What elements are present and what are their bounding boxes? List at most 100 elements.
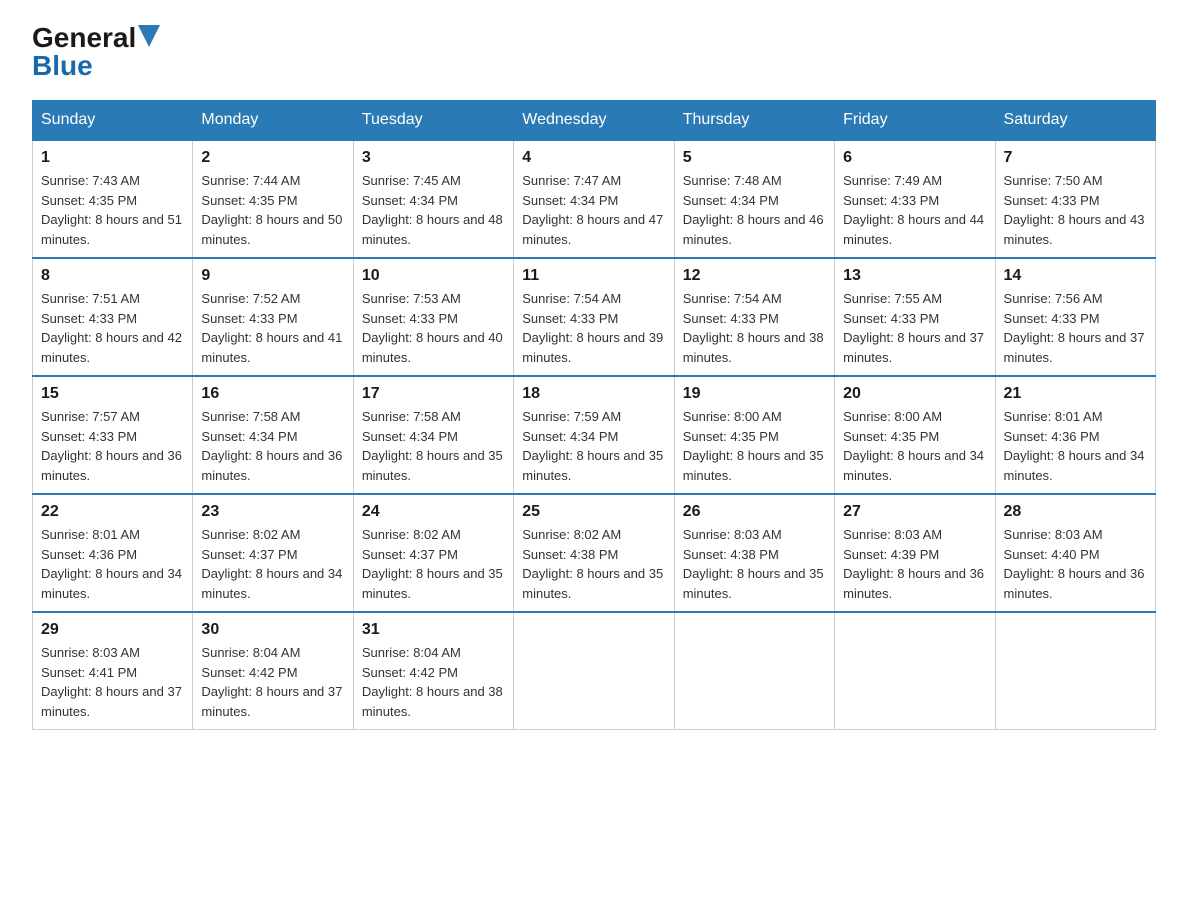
day-info: Sunrise: 7:43 AMSunset: 4:35 PMDaylight:…	[41, 171, 184, 249]
day-number: 9	[201, 267, 344, 285]
calendar-cell: 1 Sunrise: 7:43 AMSunset: 4:35 PMDayligh…	[33, 140, 193, 258]
calendar-cell: 26 Sunrise: 8:03 AMSunset: 4:38 PMDaylig…	[674, 494, 834, 612]
calendar-header-thursday: Thursday	[674, 101, 834, 141]
day-info: Sunrise: 7:50 AMSunset: 4:33 PMDaylight:…	[1004, 171, 1147, 249]
day-info: Sunrise: 7:54 AMSunset: 4:33 PMDaylight:…	[522, 289, 665, 367]
calendar-cell: 23 Sunrise: 8:02 AMSunset: 4:37 PMDaylig…	[193, 494, 353, 612]
day-number: 14	[1004, 267, 1147, 285]
day-number: 17	[362, 385, 505, 403]
calendar-cell: 10 Sunrise: 7:53 AMSunset: 4:33 PMDaylig…	[353, 258, 513, 376]
calendar-header-monday: Monday	[193, 101, 353, 141]
day-info: Sunrise: 7:58 AMSunset: 4:34 PMDaylight:…	[362, 407, 505, 485]
day-number: 16	[201, 385, 344, 403]
day-info: Sunrise: 8:00 AMSunset: 4:35 PMDaylight:…	[843, 407, 986, 485]
calendar-week-row: 29 Sunrise: 8:03 AMSunset: 4:41 PMDaylig…	[33, 612, 1156, 730]
logo: General Blue	[32, 24, 160, 80]
day-info: Sunrise: 8:03 AMSunset: 4:39 PMDaylight:…	[843, 525, 986, 603]
day-info: Sunrise: 8:02 AMSunset: 4:37 PMDaylight:…	[201, 525, 344, 603]
calendar-cell: 19 Sunrise: 8:00 AMSunset: 4:35 PMDaylig…	[674, 376, 834, 494]
calendar-cell	[514, 612, 674, 730]
day-number: 11	[522, 267, 665, 285]
calendar-cell: 18 Sunrise: 7:59 AMSunset: 4:34 PMDaylig…	[514, 376, 674, 494]
calendar-week-row: 1 Sunrise: 7:43 AMSunset: 4:35 PMDayligh…	[33, 140, 1156, 258]
day-number: 27	[843, 503, 986, 521]
calendar-cell: 17 Sunrise: 7:58 AMSunset: 4:34 PMDaylig…	[353, 376, 513, 494]
day-info: Sunrise: 7:59 AMSunset: 4:34 PMDaylight:…	[522, 407, 665, 485]
calendar-cell	[835, 612, 995, 730]
day-number: 12	[683, 267, 826, 285]
day-number: 6	[843, 149, 986, 167]
page-header: General Blue	[32, 24, 1156, 80]
calendar-table: SundayMondayTuesdayWednesdayThursdayFrid…	[32, 100, 1156, 730]
logo-triangle-icon	[138, 25, 160, 47]
day-number: 13	[843, 267, 986, 285]
logo-general-text: General	[32, 24, 136, 52]
calendar-week-row: 15 Sunrise: 7:57 AMSunset: 4:33 PMDaylig…	[33, 376, 1156, 494]
calendar-cell: 25 Sunrise: 8:02 AMSunset: 4:38 PMDaylig…	[514, 494, 674, 612]
day-info: Sunrise: 8:03 AMSunset: 4:41 PMDaylight:…	[41, 643, 184, 721]
day-info: Sunrise: 7:57 AMSunset: 4:33 PMDaylight:…	[41, 407, 184, 485]
calendar-cell: 24 Sunrise: 8:02 AMSunset: 4:37 PMDaylig…	[353, 494, 513, 612]
calendar-header-friday: Friday	[835, 101, 995, 141]
calendar-cell: 28 Sunrise: 8:03 AMSunset: 4:40 PMDaylig…	[995, 494, 1155, 612]
calendar-header-saturday: Saturday	[995, 101, 1155, 141]
calendar-cell: 16 Sunrise: 7:58 AMSunset: 4:34 PMDaylig…	[193, 376, 353, 494]
calendar-cell: 31 Sunrise: 8:04 AMSunset: 4:42 PMDaylig…	[353, 612, 513, 730]
day-info: Sunrise: 7:58 AMSunset: 4:34 PMDaylight:…	[201, 407, 344, 485]
calendar-week-row: 8 Sunrise: 7:51 AMSunset: 4:33 PMDayligh…	[33, 258, 1156, 376]
calendar-cell: 20 Sunrise: 8:00 AMSunset: 4:35 PMDaylig…	[835, 376, 995, 494]
day-number: 30	[201, 621, 344, 639]
day-number: 10	[362, 267, 505, 285]
calendar-cell: 5 Sunrise: 7:48 AMSunset: 4:34 PMDayligh…	[674, 140, 834, 258]
calendar-cell: 6 Sunrise: 7:49 AMSunset: 4:33 PMDayligh…	[835, 140, 995, 258]
calendar-cell: 15 Sunrise: 7:57 AMSunset: 4:33 PMDaylig…	[33, 376, 193, 494]
day-number: 20	[843, 385, 986, 403]
day-number: 5	[683, 149, 826, 167]
day-info: Sunrise: 8:02 AMSunset: 4:38 PMDaylight:…	[522, 525, 665, 603]
day-number: 7	[1004, 149, 1147, 167]
calendar-cell: 29 Sunrise: 8:03 AMSunset: 4:41 PMDaylig…	[33, 612, 193, 730]
day-number: 31	[362, 621, 505, 639]
day-number: 28	[1004, 503, 1147, 521]
day-number: 3	[362, 149, 505, 167]
calendar-cell: 9 Sunrise: 7:52 AMSunset: 4:33 PMDayligh…	[193, 258, 353, 376]
day-info: Sunrise: 8:03 AMSunset: 4:38 PMDaylight:…	[683, 525, 826, 603]
calendar-header-tuesday: Tuesday	[353, 101, 513, 141]
day-info: Sunrise: 8:04 AMSunset: 4:42 PMDaylight:…	[362, 643, 505, 721]
day-number: 21	[1004, 385, 1147, 403]
calendar-cell: 11 Sunrise: 7:54 AMSunset: 4:33 PMDaylig…	[514, 258, 674, 376]
calendar-cell: 13 Sunrise: 7:55 AMSunset: 4:33 PMDaylig…	[835, 258, 995, 376]
day-number: 4	[522, 149, 665, 167]
day-number: 2	[201, 149, 344, 167]
calendar-header-row: SundayMondayTuesdayWednesdayThursdayFrid…	[33, 101, 1156, 141]
calendar-cell: 21 Sunrise: 8:01 AMSunset: 4:36 PMDaylig…	[995, 376, 1155, 494]
day-number: 24	[362, 503, 505, 521]
day-info: Sunrise: 8:01 AMSunset: 4:36 PMDaylight:…	[41, 525, 184, 603]
day-number: 26	[683, 503, 826, 521]
day-number: 22	[41, 503, 184, 521]
day-info: Sunrise: 7:44 AMSunset: 4:35 PMDaylight:…	[201, 171, 344, 249]
calendar-cell: 30 Sunrise: 8:04 AMSunset: 4:42 PMDaylig…	[193, 612, 353, 730]
day-number: 29	[41, 621, 184, 639]
day-info: Sunrise: 7:45 AMSunset: 4:34 PMDaylight:…	[362, 171, 505, 249]
logo-blue-text: Blue	[32, 52, 93, 80]
day-number: 18	[522, 385, 665, 403]
calendar-cell: 22 Sunrise: 8:01 AMSunset: 4:36 PMDaylig…	[33, 494, 193, 612]
calendar-cell	[995, 612, 1155, 730]
calendar-cell	[674, 612, 834, 730]
day-info: Sunrise: 8:00 AMSunset: 4:35 PMDaylight:…	[683, 407, 826, 485]
day-info: Sunrise: 8:01 AMSunset: 4:36 PMDaylight:…	[1004, 407, 1147, 485]
calendar-cell: 27 Sunrise: 8:03 AMSunset: 4:39 PMDaylig…	[835, 494, 995, 612]
day-info: Sunrise: 7:51 AMSunset: 4:33 PMDaylight:…	[41, 289, 184, 367]
calendar-cell: 12 Sunrise: 7:54 AMSunset: 4:33 PMDaylig…	[674, 258, 834, 376]
day-number: 15	[41, 385, 184, 403]
day-number: 8	[41, 267, 184, 285]
day-info: Sunrise: 8:04 AMSunset: 4:42 PMDaylight:…	[201, 643, 344, 721]
day-info: Sunrise: 7:52 AMSunset: 4:33 PMDaylight:…	[201, 289, 344, 367]
day-info: Sunrise: 7:48 AMSunset: 4:34 PMDaylight:…	[683, 171, 826, 249]
day-info: Sunrise: 7:56 AMSunset: 4:33 PMDaylight:…	[1004, 289, 1147, 367]
day-info: Sunrise: 7:47 AMSunset: 4:34 PMDaylight:…	[522, 171, 665, 249]
day-info: Sunrise: 7:55 AMSunset: 4:33 PMDaylight:…	[843, 289, 986, 367]
day-number: 19	[683, 385, 826, 403]
calendar-week-row: 22 Sunrise: 8:01 AMSunset: 4:36 PMDaylig…	[33, 494, 1156, 612]
